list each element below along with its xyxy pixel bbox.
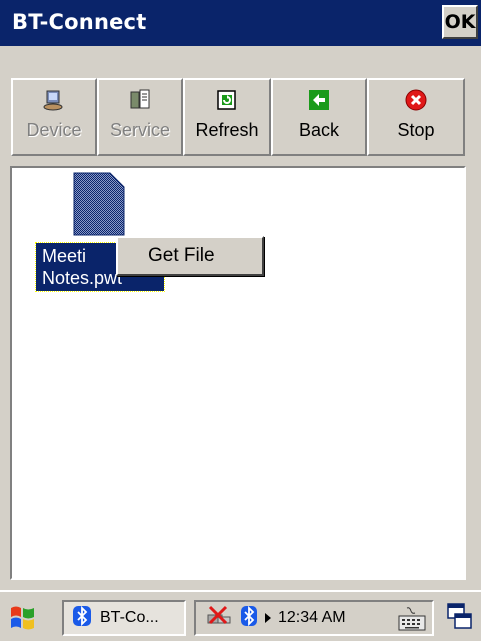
- clock[interactable]: 12:34 AM: [278, 609, 346, 627]
- keyboard-icon[interactable]: [397, 606, 427, 636]
- windows-start-icon[interactable]: [8, 602, 38, 636]
- file-list-area[interactable]: Meeti Notes.pwt Get File: [10, 166, 466, 580]
- back-button[interactable]: Back: [271, 78, 367, 156]
- toolbar: Device Service Refresh Back Stop: [11, 78, 465, 156]
- arrow-right-icon[interactable]: [264, 609, 272, 628]
- network-disconnected-icon[interactable]: [204, 605, 234, 631]
- back-button-label: Back: [298, 120, 340, 140]
- window-title: BT-Connect: [12, 10, 147, 34]
- back-arrow-icon: [307, 88, 331, 112]
- task-button-bt-connect[interactable]: BT-Co...: [62, 600, 186, 636]
- task-button-label: BT-Co...: [100, 609, 159, 626]
- ok-button[interactable]: OK: [442, 5, 478, 39]
- get-file-menu-item[interactable]: Get File: [148, 245, 215, 267]
- service-button[interactable]: Service: [97, 78, 183, 156]
- context-menu: Get File: [116, 236, 264, 276]
- taskbar: BT-Co... 12:34 AM: [0, 590, 481, 641]
- stop-button[interactable]: Stop: [367, 78, 465, 156]
- tray-bluetooth-icon[interactable]: [240, 605, 258, 631]
- document-icon[interactable]: [72, 171, 128, 241]
- device-button-label: Device: [26, 120, 82, 140]
- title-bar: BT-Connect OK: [0, 0, 481, 46]
- service-button-label: Service: [109, 120, 171, 140]
- device-icon: [42, 88, 66, 112]
- device-button[interactable]: Device: [11, 78, 97, 156]
- service-icon: [128, 88, 152, 112]
- bluetooth-icon: [72, 605, 92, 631]
- refresh-icon: [215, 88, 239, 112]
- window-switch-icon[interactable]: [446, 602, 474, 636]
- refresh-button[interactable]: Refresh: [183, 78, 271, 156]
- stop-button-label: Stop: [397, 120, 435, 140]
- stop-icon: [404, 88, 428, 112]
- refresh-button-label: Refresh: [195, 120, 259, 140]
